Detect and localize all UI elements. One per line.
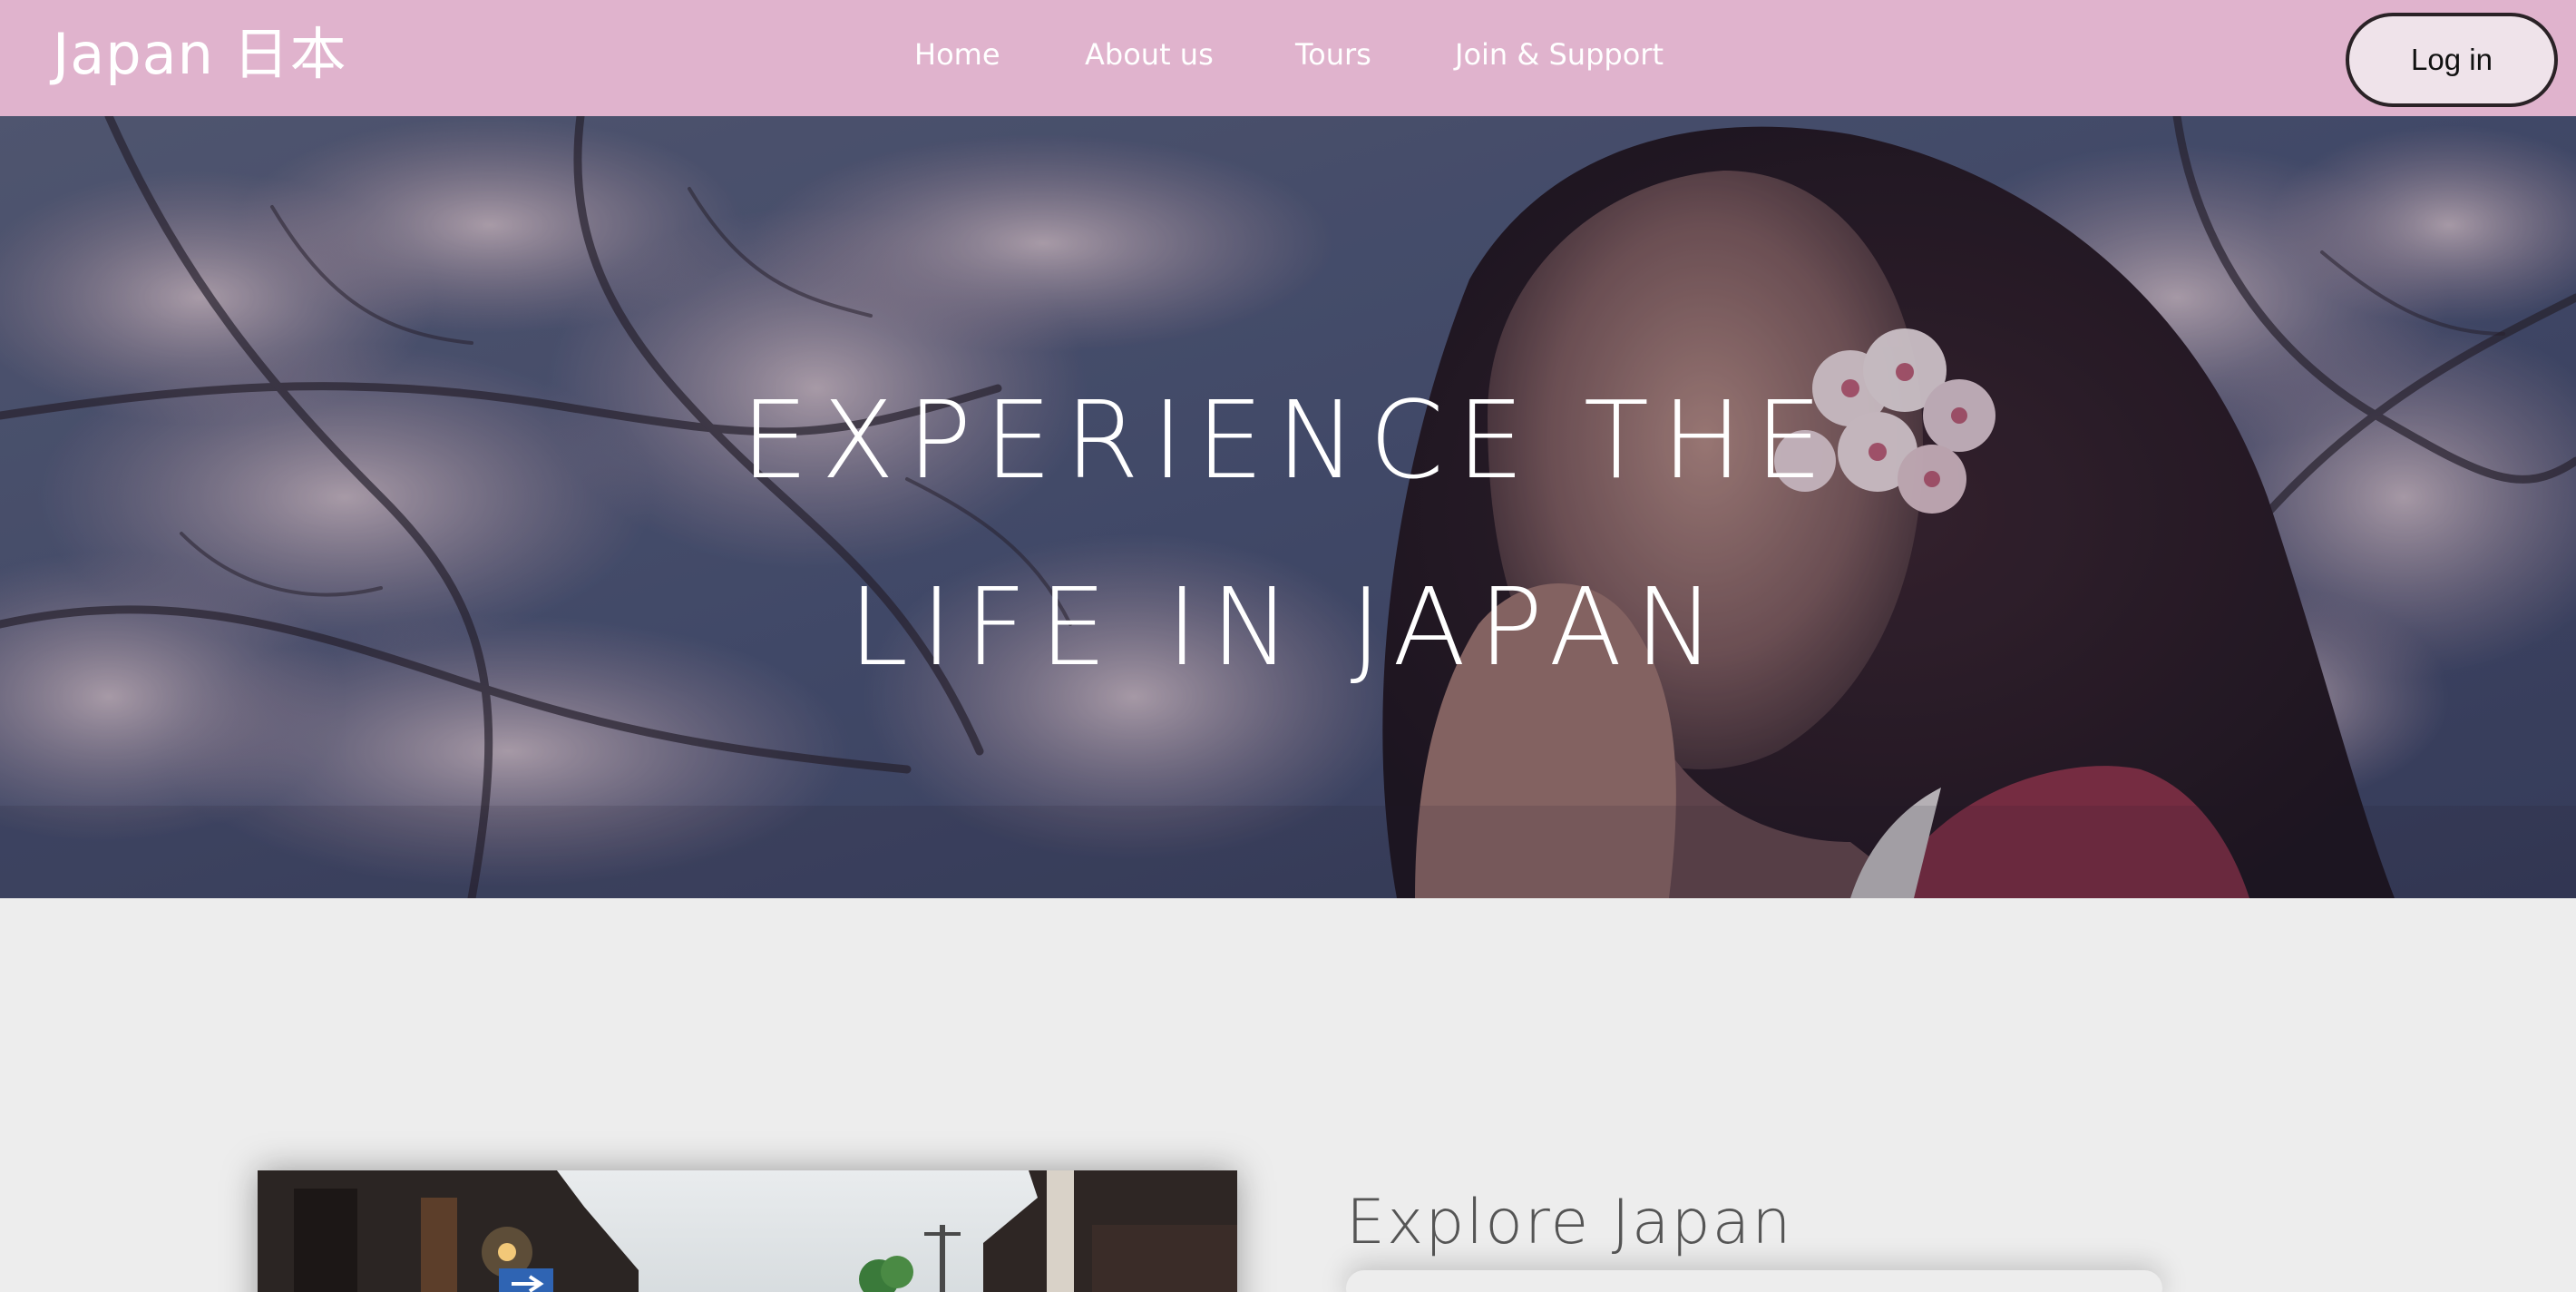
explore-section: Explore Japan [0, 898, 2576, 1292]
street-photo [258, 1170, 1237, 1292]
hero-banner: EXPERIENCE THE LIFE IN JAPAN [0, 116, 2576, 898]
nav-link-join-support[interactable]: Join & Support [1455, 34, 1664, 74]
main-nav: Home About us Tours Join & Support [0, 0, 2576, 116]
page: Japan 日本 Home About us Tours Join & Supp… [0, 0, 2576, 1292]
hero-title-line-1: EXPERIENCE THE [740, 377, 1836, 503]
hero-title-line-2: LIFE IN JAPAN [848, 564, 1728, 690]
top-navbar: Japan 日本 Home About us Tours Join & Supp… [0, 0, 2576, 116]
login-button[interactable]: Log in [2346, 13, 2558, 107]
explore-text-shadow [1346, 1270, 2162, 1292]
explore-image [258, 1170, 1237, 1292]
brand-logo[interactable]: Japan 日本 [53, 22, 347, 87]
explore-heading: Explore Japan [1346, 1187, 1793, 1258]
hero-title: EXPERIENCE THE LIFE IN JAPAN [0, 347, 2576, 720]
nav-link-home[interactable]: Home [914, 34, 1000, 74]
nav-link-about-us[interactable]: About us [1085, 34, 1214, 74]
nav-link-tours[interactable]: Tours [1295, 34, 1371, 74]
